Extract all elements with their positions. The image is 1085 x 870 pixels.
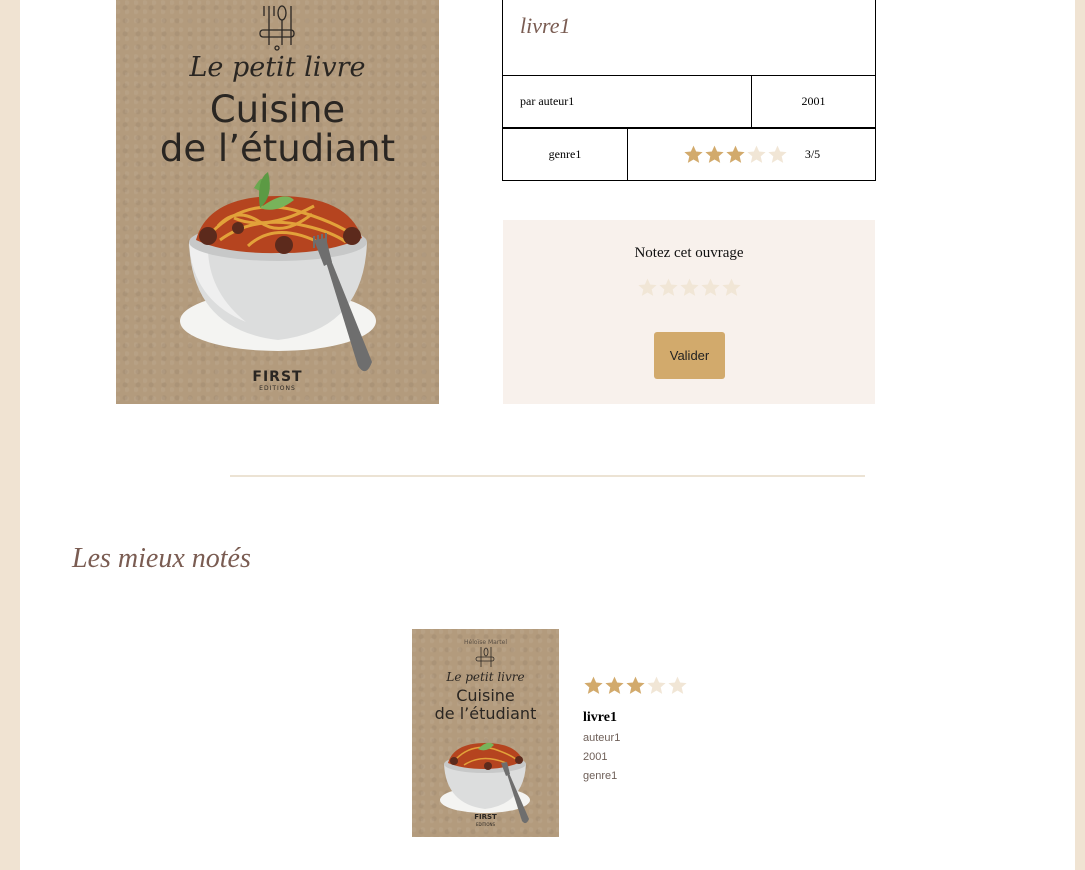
- utensils-emblem-icon: [475, 647, 495, 667]
- submit-rating-button[interactable]: Valider: [654, 332, 725, 379]
- rating-form: Notez cet ouvrage Valider: [503, 220, 875, 404]
- book-year: 2001: [751, 75, 876, 128]
- cover-publisher: FIRST: [252, 369, 303, 385]
- book-author: par auteur1: [502, 75, 752, 128]
- star-icon: [726, 145, 745, 163]
- cover-title-line2: de l’étudiant: [434, 704, 537, 723]
- cover-script-title: Le petit livre: [446, 670, 525, 684]
- book-title-cell: livre1: [502, 0, 876, 76]
- book-genre: genre1: [502, 128, 628, 181]
- star-icon[interactable]: [700, 277, 721, 298]
- cover-publisher-sub: EDITIONS: [259, 385, 296, 392]
- cover-illustration-small: [440, 647, 530, 824]
- star-icon[interactable]: [658, 277, 679, 298]
- star-icon[interactable]: [721, 277, 742, 298]
- star-icon: [626, 676, 645, 694]
- book-rating-label: 3/5: [804, 147, 821, 161]
- rating-input-stars[interactable]: [503, 277, 875, 298]
- cover-publisher-sub: EDITIONS: [475, 822, 496, 827]
- book-title: livre1: [520, 13, 571, 38]
- cover-title-line1: Cuisine: [456, 686, 515, 705]
- star-icon: [768, 145, 787, 163]
- top-rated-stars: [583, 675, 688, 696]
- star-icon: [668, 676, 687, 694]
- section-divider: [230, 475, 865, 477]
- book-info-table: livre1 par auteur1 2001 genre1 3/5: [502, 0, 876, 181]
- utensils-emblem-icon: [259, 5, 295, 51]
- star-icon: [747, 145, 766, 163]
- star-icon: [584, 676, 603, 694]
- cover-script-title: Le petit livre: [189, 52, 366, 83]
- book-cover: Le petit livre Cuisine de l’étudiant FIR…: [116, 0, 439, 404]
- cover-title-line2: de l’étudiant: [159, 127, 396, 170]
- page: Le petit livre Cuisine de l’étudiant FIR…: [20, 0, 1075, 870]
- book-rating-cell: 3/5: [627, 128, 876, 181]
- top-rated-title[interactable]: livre1: [583, 710, 617, 726]
- cover-publisher: FIRST: [474, 813, 497, 821]
- top-rated-year: 2001: [583, 751, 608, 763]
- star-icon: [684, 145, 703, 163]
- cover-author: Héloïse Martel: [464, 639, 507, 646]
- star-icon[interactable]: [679, 277, 700, 298]
- top-rated-book-cover[interactable]: Héloïse Martel Le petit livre Cuisine de…: [412, 629, 559, 837]
- top-rated-heading: Les mieux notés: [72, 543, 251, 574]
- cover-title-line1: Cuisine: [209, 88, 346, 131]
- top-rated-author: auteur1: [583, 732, 621, 744]
- top-rated-genre: genre1: [583, 770, 618, 782]
- star-icon: [705, 145, 724, 163]
- star-icon: [647, 676, 666, 694]
- star-icon: [605, 676, 624, 694]
- rating-prompt: Notez cet ouvrage: [634, 245, 744, 261]
- star-icon[interactable]: [637, 277, 658, 298]
- book-rating-stars: [683, 144, 788, 165]
